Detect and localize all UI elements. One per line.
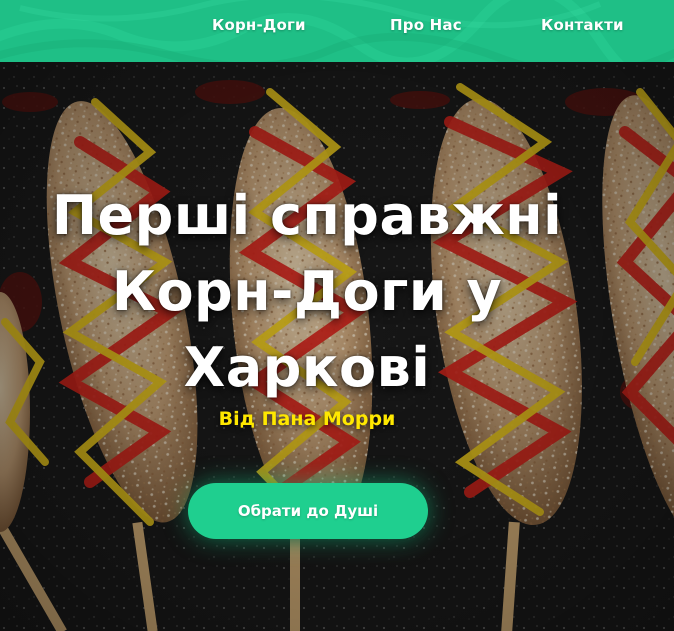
- nav-link-about[interactable]: Про Нас: [390, 16, 462, 34]
- hero-title-line-1: Перші справжні: [51, 184, 563, 247]
- hero-subtitle: Від Пана Морри: [218, 408, 396, 430]
- choose-button[interactable]: Обрати до Душі: [188, 483, 428, 539]
- hero-title-line-3: Харкові: [183, 336, 431, 399]
- top-nav: Корн-Доги Про Нас Контакти: [0, 0, 674, 62]
- nav-link-corndogs[interactable]: Корн-Доги: [212, 16, 306, 34]
- hero-title-line-2: Корн-Доги у: [111, 260, 503, 323]
- nav-link-contacts[interactable]: Контакти: [541, 16, 624, 34]
- hero-title: Перші справжні Корн-Доги у Харкові: [30, 178, 584, 406]
- hero-section: Перші справжні Корн-Доги у Харкові Від П…: [0, 62, 674, 631]
